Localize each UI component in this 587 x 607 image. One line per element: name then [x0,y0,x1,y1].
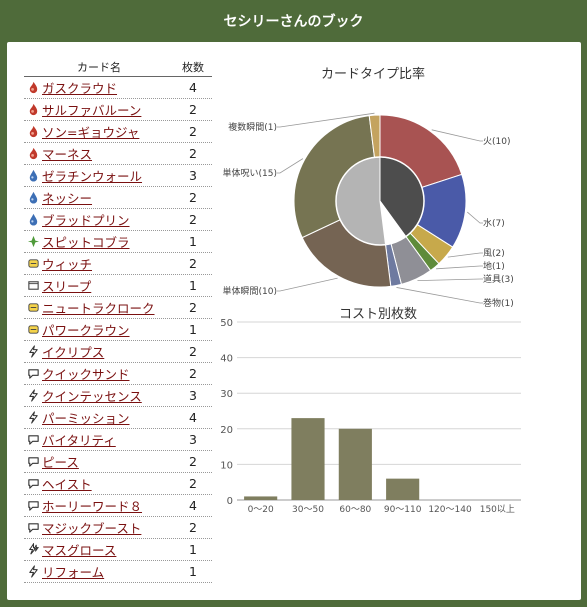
pie-leader-line [277,277,338,292]
column-header-count: 枚数 [182,60,204,74]
pie-slice-label: 複数瞬間(1) [228,121,277,133]
bar-chart: 0 10 20 30 40 50 0～20 30～50 60～80 90～110 120～140 15… [220,318,521,515]
pie-chart: 火(10) 水(7) 風(2)地(1)道具(3) 巻物(1) 単体瞬間(10) 単体呪い(… [223,112,514,309]
pie-slice-label: 水(7) [483,217,505,229]
bar-x-tick-label: 150以上 [480,504,515,515]
bar-y-tick-label: 30 [220,389,233,400]
content-panel: カード名 枚数 ガスクラウド 4 サルファバルーン 2 ソン=ギョウジャ 2 マーネス 2 ゼラ… [7,42,581,600]
table-header: カード名 枚数 [24,57,212,77]
bar-x-tick-label: 90～110 [384,505,422,515]
bar [386,478,420,500]
pie-slice-label: 火(10) [483,136,510,147]
bar-x-tick-label: 0～20 [248,505,274,515]
pie-slice-label: 単体瞬間(10) [223,285,277,297]
pie-slice-label: 巻物(1) [483,297,514,309]
bar-x-tick-label: 60～80 [339,505,371,515]
pie-leader-line [467,211,483,224]
bar [244,496,278,500]
bar [291,418,325,500]
pie-leader-line [436,265,483,270]
bar-x-tick-label: 30～50 [292,505,324,515]
bar-x-tick-label: 120～140 [428,505,472,515]
bar-y-tick-label: 0 [227,496,233,507]
pie-slice-label: 風(2) [483,248,505,259]
page-title: セシリーさんのブック [223,14,364,30]
bar-y-tick-label: 10 [220,460,233,471]
pie-leader-line [417,278,483,282]
pie-slice-label: 道具(3) [483,273,514,285]
bar [338,428,372,500]
pie-leader-line [396,287,483,304]
bar-y-tick-label: 50 [220,318,233,329]
bar-y-tick-label: 40 [220,354,233,365]
pie-slice-label: 地(1) [483,260,505,272]
book-window: セシリーさんのブック カード名 枚数 ガスクラウド 4 サルファバルーン 2 ソン=ギョ… [0,0,587,607]
pie-leader-line [447,252,483,258]
column-header-name: カード名 [77,60,121,74]
pie-slice-label: 単体呪い(15) [223,167,277,179]
bar-y-tick-label: 20 [220,425,233,436]
